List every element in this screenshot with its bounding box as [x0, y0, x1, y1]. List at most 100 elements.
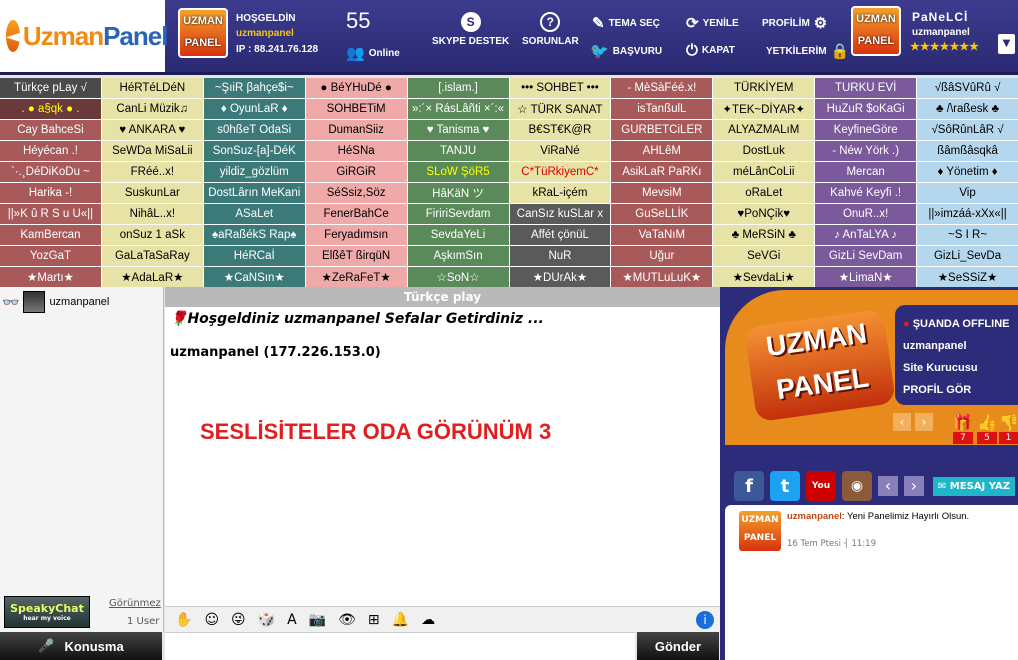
- room-button[interactable]: CanLi Müzik♫: [101, 99, 203, 119]
- prev-arrow[interactable]: ‹: [893, 413, 911, 431]
- room-button[interactable]: yildiz_gözlüm: [203, 162, 305, 182]
- room-button[interactable]: onSuz 1 aSk: [101, 225, 203, 245]
- room-button[interactable]: ♥ ANKARA ♥: [101, 120, 203, 140]
- gift-counter[interactable]: 🎁 7: [953, 413, 973, 444]
- twitter-icon[interactable]: t: [770, 471, 800, 501]
- room-button[interactable]: ★MUTLuLuK★: [611, 267, 713, 287]
- room-button[interactable]: OnuR..x!: [815, 204, 917, 224]
- room-button[interactable]: HuZuR $oKaGi: [815, 99, 917, 119]
- hand-icon[interactable]: ✋: [175, 612, 192, 628]
- profilim-button[interactable]: PROFİLİM ⚙: [762, 14, 827, 32]
- room-button[interactable]: TURKU EVİ: [815, 78, 917, 98]
- room-button[interactable]: »:´× RásLâñti ×´:«: [407, 99, 509, 119]
- room-button[interactable]: ♦ Yönetim ♦: [917, 162, 1018, 182]
- room-button[interactable]: Kahvé Keyfi .!: [815, 183, 917, 203]
- basvuru-button[interactable]: 🐦 BAŞVURU: [590, 42, 662, 60]
- room-button[interactable]: [.islam.]: [407, 78, 509, 98]
- room-button[interactable]: Feryadımsın: [305, 225, 407, 245]
- room-button[interactable]: ✦TEK~DİYAR✦: [713, 99, 815, 119]
- room-button[interactable]: SuskunLar: [101, 183, 203, 203]
- room-button[interactable]: VaTaNıM: [611, 225, 713, 245]
- room-button[interactable]: HéRCaİ: [203, 246, 305, 266]
- speaky-chat-logo[interactable]: SpeakyChat hear my voice: [4, 596, 90, 628]
- room-button[interactable]: GuSeLLİK: [611, 204, 713, 224]
- room-button[interactable]: ♣ MeRSiN ♣: [713, 225, 815, 245]
- font-icon[interactable]: A: [287, 612, 297, 628]
- next-social-button[interactable]: ›: [904, 476, 924, 496]
- room-button[interactable]: ♦ OyunLaR ♦: [203, 99, 305, 119]
- room-button[interactable]: ALYAZMALıM: [713, 120, 815, 140]
- post-author[interactable]: uzmanpanel: [787, 511, 842, 522]
- room-button[interactable]: B€ST€K@R: [509, 120, 611, 140]
- room-button[interactable]: SLoW ŞöR5: [407, 162, 509, 182]
- room-button[interactable]: DumanSiiz: [305, 120, 407, 140]
- send-button[interactable]: Gönder: [637, 632, 719, 660]
- room-button[interactable]: ★SeSSiZ★: [917, 267, 1018, 287]
- room-button[interactable]: ★Martı★: [0, 267, 101, 287]
- youtube-icon[interactable]: You: [806, 471, 836, 501]
- yenile-button[interactable]: ⟳ YENİLE: [686, 14, 739, 32]
- yetkilerim-button[interactable]: YETKİLERİM 🔒: [766, 42, 849, 60]
- room-button[interactable]: SeWDa MiSaLii: [101, 141, 203, 161]
- room-button[interactable]: ★SevdaLi★: [713, 267, 815, 287]
- logo[interactable]: ◄ UzmanPanel: [0, 0, 168, 72]
- room-button[interactable]: GaLaTaSaRay: [101, 246, 203, 266]
- dice-icon[interactable]: 🎲: [258, 612, 275, 628]
- room-button[interactable]: - Néw Yörk .): [815, 141, 917, 161]
- room-button[interactable]: ● BéYHuDé ●: [305, 78, 407, 98]
- tema-button[interactable]: ✎ TEMA SEÇ: [592, 14, 660, 32]
- like-counter[interactable]: 👍 5: [977, 413, 997, 444]
- write-message-button[interactable]: ✉ MESAJ YAZ: [932, 476, 1015, 496]
- room-button[interactable]: oRaLet: [713, 183, 815, 203]
- room-button[interactable]: . ● a§qk ● .: [0, 99, 101, 119]
- message-input[interactable]: [165, 632, 635, 660]
- room-button[interactable]: ||»K û R S u U«||: [0, 204, 101, 224]
- room-button[interactable]: CanSız kuSLar x: [509, 204, 611, 224]
- room-button[interactable]: SeVGi: [713, 246, 815, 266]
- room-button[interactable]: isTanßulL: [611, 99, 713, 119]
- room-button[interactable]: ••• SOHBET •••: [509, 78, 611, 98]
- camera-icon[interactable]: 📷: [309, 612, 326, 628]
- info-icon[interactable]: i: [696, 610, 714, 629]
- smiley-icon[interactable]: ☺: [204, 612, 219, 628]
- settings-icon[interactable]: ⊞: [368, 612, 380, 628]
- room-button[interactable]: ♪ AnTaLYA ♪: [815, 225, 917, 245]
- room-button[interactable]: HéRTéLDéN: [101, 78, 203, 98]
- room-button[interactable]: Mercan: [815, 162, 917, 182]
- skype-button[interactable]: S SKYPE DESTEK: [432, 12, 509, 47]
- room-button[interactable]: GiRGiR: [305, 162, 407, 182]
- room-button[interactable]: KeyfineGöre: [815, 120, 917, 140]
- room-button[interactable]: kRaL-içém: [509, 183, 611, 203]
- room-button[interactable]: `·.¸DéDiKoDu ~: [0, 162, 101, 182]
- room-button[interactable]: NihâL..x!: [101, 204, 203, 224]
- room-button[interactable]: DostLârın MeKani: [203, 183, 305, 203]
- room-button[interactable]: KamBercan: [0, 225, 101, 245]
- tongue-emoji-icon[interactable]: 😜: [231, 612, 246, 628]
- room-button[interactable]: FiririSevdam: [407, 204, 509, 224]
- talk-button[interactable]: 🎤 Konusma: [0, 632, 162, 660]
- room-button[interactable]: - MèSàFéé.x!: [611, 78, 713, 98]
- facebook-icon[interactable]: f: [734, 471, 764, 501]
- room-button[interactable]: ♣ /\raßesk ♣: [917, 99, 1018, 119]
- room-button[interactable]: ★CaNSın★: [203, 267, 305, 287]
- dislike-counter[interactable]: 👎 1: [999, 413, 1018, 444]
- room-button[interactable]: AHLêM: [611, 141, 713, 161]
- eye-icon[interactable]: 👁: [338, 612, 356, 628]
- room-button[interactable]: GizLi_SevDa: [917, 246, 1018, 266]
- room-button[interactable]: Affét çönüL: [509, 225, 611, 245]
- room-button[interactable]: MevsiM: [611, 183, 713, 203]
- room-button[interactable]: SevdaYeLi: [407, 225, 509, 245]
- kapat-button[interactable]: ⏻ KAPAT: [686, 42, 735, 59]
- room-button[interactable]: Uğur: [611, 246, 713, 266]
- sorunlar-button[interactable]: ? SORUNLAR: [522, 12, 579, 47]
- room-button[interactable]: √ßâSVûRû √: [917, 78, 1018, 98]
- room-button[interactable]: Héyécan .!: [0, 141, 101, 161]
- room-button[interactable]: ♠aRaßékS Rap♠: [203, 225, 305, 245]
- room-button[interactable]: FRéé..x!: [101, 162, 203, 182]
- room-button[interactable]: ElßêT ßirqüN: [305, 246, 407, 266]
- room-button[interactable]: ~ŞıiR βahçe$i~: [203, 78, 305, 98]
- gorunmez-link[interactable]: Görünmez: [109, 598, 161, 609]
- room-button[interactable]: AşkımSın: [407, 246, 509, 266]
- room-button[interactable]: NuR: [509, 246, 611, 266]
- room-button[interactable]: s0hßeT OdaSi: [203, 120, 305, 140]
